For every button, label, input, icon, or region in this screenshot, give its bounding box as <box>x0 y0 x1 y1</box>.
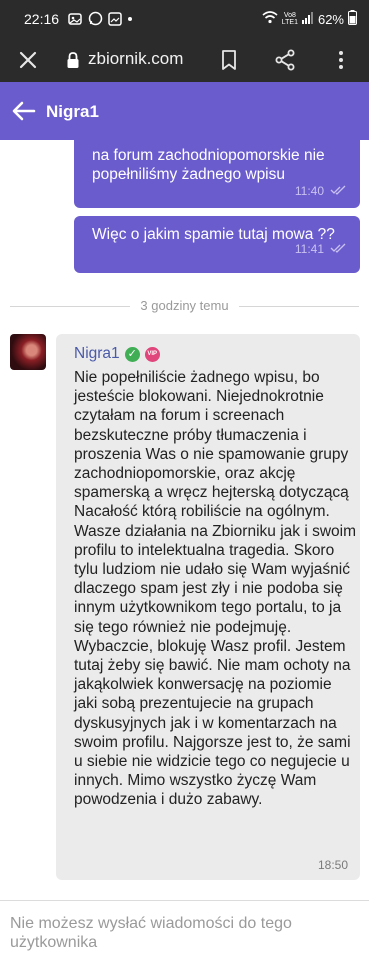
whatsapp-icon <box>88 11 103 31</box>
browser-bar: zbiornik.com <box>0 38 369 82</box>
verified-icon: ✓ <box>124 346 140 362</box>
vip-badge: VIP <box>144 346 160 362</box>
double-check-icon <box>330 184 346 198</box>
chat-header: Nigra1 <box>0 82 369 140</box>
photo-icon <box>68 12 82 31</box>
network-type: Vo8 LTE1 <box>282 12 298 26</box>
dot-icon <box>128 17 132 21</box>
double-check-icon <box>330 242 346 256</box>
message-meta: 11:40 <box>295 184 346 198</box>
avatar[interactable] <box>10 334 46 370</box>
date-separator: 3 godziny temu <box>0 298 369 314</box>
message-sender: Nigra1 ✓ VIP <box>74 345 160 363</box>
lock-icon <box>66 51 80 69</box>
message-list[interactable]: na forum zachodniopomorskie nie popełnil… <box>0 140 369 900</box>
status-bar: 22:16 Vo8 LTE1 62% <box>0 0 369 38</box>
message-meta: 11:41 <box>295 242 346 256</box>
close-icon[interactable] <box>16 48 40 72</box>
battery-percent: 62% <box>317 11 344 27</box>
separator-label: 3 godziny temu <box>130 298 239 313</box>
separator-label-wrap: 3 godziny temu <box>0 298 369 313</box>
sender-name[interactable]: Nigra1 <box>74 345 120 363</box>
share-icon[interactable] <box>273 48 297 72</box>
message-time: 11:41 <box>294 242 324 256</box>
message-text: Więc o jakim spamie tutaj mowa ?? <box>92 226 335 243</box>
status-right: Vo8 LTE1 62% <box>262 10 357 28</box>
network-line1: Vo8 <box>283 12 296 19</box>
message-time: 11:40 <box>294 184 324 198</box>
message-text: na forum zachodniopomorskie nie popełnil… <box>92 147 325 183</box>
compose-area: Nie możesz wysłać wiadomości do tego uży… <box>0 900 369 960</box>
gallery-icon <box>108 12 122 31</box>
message-time: 18:50 <box>317 858 348 872</box>
battery-icon <box>348 10 357 28</box>
status-time: 22:16 <box>24 11 60 27</box>
blocked-notice: Nie możesz wysłać wiadomości do tego uży… <box>10 915 292 951</box>
bookmark-icon[interactable] <box>218 48 240 72</box>
network-line2: LTE1 <box>281 19 298 26</box>
message-text: Nie popełniliście żadnego wpisu, bo jest… <box>74 369 356 809</box>
signal-icon <box>301 11 314 27</box>
outgoing-message: Więc o jakim spamie tutaj mowa ?? 11:41 <box>74 216 360 273</box>
chat-title[interactable]: Nigra1 <box>46 102 99 122</box>
outgoing-message: na forum zachodniopomorskie nie popełnil… <box>74 140 360 208</box>
arrow-left-icon[interactable] <box>12 101 36 121</box>
incoming-message: Nigra1 ✓ VIP Nie popełniliście żadnego w… <box>56 334 360 880</box>
address-bar-url[interactable]: zbiornik.com <box>88 49 183 69</box>
wifi-icon <box>262 11 278 27</box>
more-icon[interactable] <box>329 48 353 72</box>
